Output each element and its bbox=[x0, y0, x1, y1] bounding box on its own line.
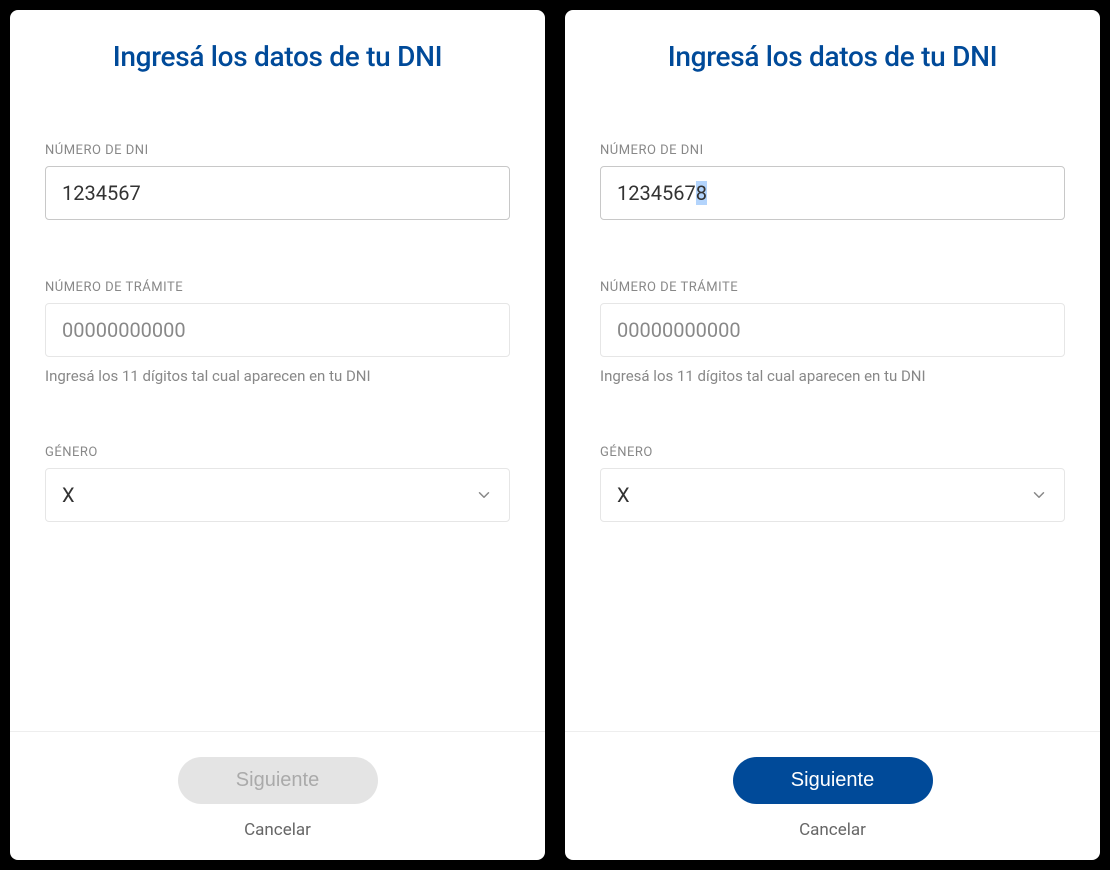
genero-select[interactable]: X bbox=[45, 468, 510, 522]
tramite-label: NÚMERO DE TRÁMITE bbox=[45, 280, 510, 295]
dni-value-pre: 1234567 bbox=[617, 181, 696, 205]
genero-value: X bbox=[62, 483, 75, 507]
tramite-input[interactable]: 00000000000 bbox=[45, 303, 510, 357]
chevron-down-icon bbox=[475, 486, 493, 504]
genero-group: GÉNERO X bbox=[600, 445, 1065, 522]
dni-input[interactable]: 12345678 bbox=[600, 166, 1065, 220]
genero-label: GÉNERO bbox=[600, 445, 1065, 460]
next-button: Siguiente bbox=[178, 757, 378, 804]
dni-group: NÚMERO DE DNI 12345678 bbox=[600, 143, 1065, 220]
form-panel-enabled: Ingresá los datos de tu DNI NÚMERO DE DN… bbox=[565, 10, 1100, 860]
page-title: Ingresá los datos de tu DNI bbox=[600, 40, 1065, 73]
dni-label: NÚMERO DE DNI bbox=[45, 143, 510, 158]
footer: Siguiente Cancelar bbox=[10, 731, 545, 840]
tramite-label: NÚMERO DE TRÁMITE bbox=[600, 280, 1065, 295]
next-button[interactable]: Siguiente bbox=[733, 757, 933, 804]
dni-value-selected: 8 bbox=[696, 181, 707, 205]
tramite-group: NÚMERO DE TRÁMITE 00000000000 Ingresá lo… bbox=[45, 280, 510, 385]
page-title: Ingresá los datos de tu DNI bbox=[45, 40, 510, 73]
tramite-input[interactable]: 00000000000 bbox=[600, 303, 1065, 357]
genero-select[interactable]: X bbox=[600, 468, 1065, 522]
footer: Siguiente Cancelar bbox=[565, 731, 1100, 840]
genero-value: X bbox=[617, 483, 630, 507]
dni-value-pre: 1234567 bbox=[62, 181, 141, 205]
tramite-helper: Ingresá los 11 dígitos tal cual aparecen… bbox=[45, 367, 510, 385]
genero-label: GÉNERO bbox=[45, 445, 510, 460]
genero-group: GÉNERO X bbox=[45, 445, 510, 522]
dni-input[interactable]: 1234567 bbox=[45, 166, 510, 220]
form-panel-disabled: Ingresá los datos de tu DNI NÚMERO DE DN… bbox=[10, 10, 545, 860]
dni-group: NÚMERO DE DNI 1234567 bbox=[45, 143, 510, 220]
cancel-button[interactable]: Cancelar bbox=[565, 820, 1100, 840]
dni-label: NÚMERO DE DNI bbox=[600, 143, 1065, 158]
tramite-group: NÚMERO DE TRÁMITE 00000000000 Ingresá lo… bbox=[600, 280, 1065, 385]
tramite-helper: Ingresá los 11 dígitos tal cual aparecen… bbox=[600, 367, 1065, 385]
chevron-down-icon bbox=[1030, 486, 1048, 504]
cancel-button[interactable]: Cancelar bbox=[10, 820, 545, 840]
